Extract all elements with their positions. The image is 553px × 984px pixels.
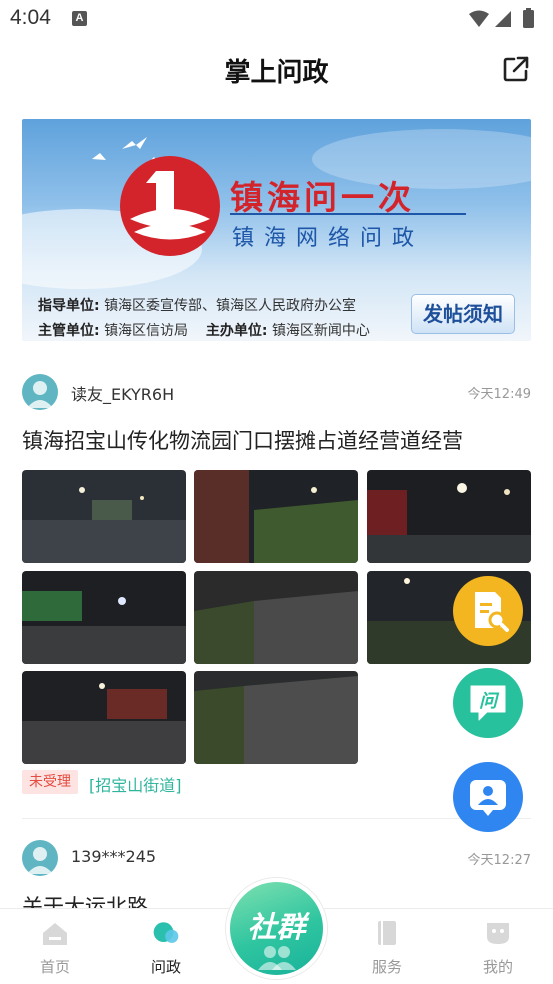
post-photo[interactable] <box>22 571 186 664</box>
post-username[interactable]: 139***245 <box>71 847 156 866</box>
post-photo[interactable] <box>22 470 186 563</box>
tab-service[interactable]: 服务 <box>342 909 432 984</box>
status-bar: 4:04 A <box>0 0 553 38</box>
manager-label: 主管单位: <box>38 323 100 339</box>
tab-wenzheng[interactable]: 问政 <box>121 909 211 984</box>
tab-label: 服务 <box>371 958 402 976</box>
zhenhai-logo <box>120 156 220 256</box>
promo-banner[interactable]: 镇海问一次 镇海网络问政 指导单位: 镇海区委宣传部、镇海区人民政府办公室 主管… <box>22 119 531 341</box>
ask-question-button[interactable]: 问 <box>453 668 523 738</box>
area-tag[interactable]: [招宝山街道] <box>89 772 182 796</box>
tab-label: 我的 <box>482 958 513 976</box>
status-time: 4:04 <box>10 6 51 29</box>
post-photo[interactable] <box>194 671 358 764</box>
host-value: 镇海区新闻中心 <box>271 323 370 339</box>
guide-label: 指导单位: <box>38 298 100 314</box>
avatar[interactable] <box>22 374 58 410</box>
host-label: 主办单位: <box>205 323 268 339</box>
search-document-button[interactable] <box>453 576 523 646</box>
tab-label: 首页 <box>39 958 70 976</box>
svg-text:问: 问 <box>479 691 500 712</box>
tab-profile[interactable]: 我的 <box>453 909 543 984</box>
post-title[interactable]: 关于大运北路 <box>22 891 148 908</box>
guide-value: 镇海区委宣传部、镇海区人民政府办公室 <box>104 298 357 314</box>
default-avatar-icon <box>27 847 53 874</box>
chat-bubble-icon <box>153 922 179 943</box>
avatar[interactable] <box>22 840 58 876</box>
posting-notice-button[interactable]: 发帖须知 <box>411 294 515 334</box>
post-photo[interactable] <box>194 571 358 664</box>
search-document-icon <box>475 592 509 632</box>
contact-card-icon <box>470 780 506 816</box>
book-icon <box>378 921 396 945</box>
banner-title: 镇海问一次 <box>230 178 415 217</box>
app-header: 掌上问政 <box>0 38 553 108</box>
tab-label: 问政 <box>150 958 181 976</box>
banner-subtitle: 镇海网络问政 <box>232 226 425 251</box>
banner-credits: 指导单位: 镇海区委宣传部、镇海区人民政府办公室 主管单位: 镇海区信访局 主办… <box>38 294 370 341</box>
banner-divider <box>230 213 466 215</box>
page-title: 掌上问政 <box>224 58 329 88</box>
profile-icon <box>487 923 509 944</box>
post-photo[interactable] <box>194 470 358 563</box>
status-badge: 未受理 <box>22 770 78 794</box>
notification-icon: A <box>72 11 87 26</box>
post-photo[interactable] <box>22 671 186 764</box>
signal-battery-icon <box>469 8 534 28</box>
tab-home[interactable]: 首页 <box>10 909 100 984</box>
post-title[interactable]: 镇海招宝山传化物流园门口摆摊占道经营道经营 <box>22 425 463 455</box>
post-time: 今天12:49 <box>467 387 531 402</box>
contact-card-button[interactable] <box>453 762 523 832</box>
post-time: 今天12:27 <box>467 853 531 868</box>
post-username[interactable]: 读友_EKYR6H <box>71 381 174 405</box>
home-icon <box>43 923 67 945</box>
community-button[interactable]: 社群 <box>226 878 327 979</box>
default-avatar-icon <box>27 381 53 408</box>
post-photo[interactable] <box>367 470 531 563</box>
group-people-icon <box>258 946 296 970</box>
community-label: 社群 <box>247 910 306 944</box>
ask-question-icon: 问 <box>470 685 506 721</box>
share-external-icon[interactable] <box>501 54 531 84</box>
manager-value: 镇海区信访局 <box>104 323 189 339</box>
